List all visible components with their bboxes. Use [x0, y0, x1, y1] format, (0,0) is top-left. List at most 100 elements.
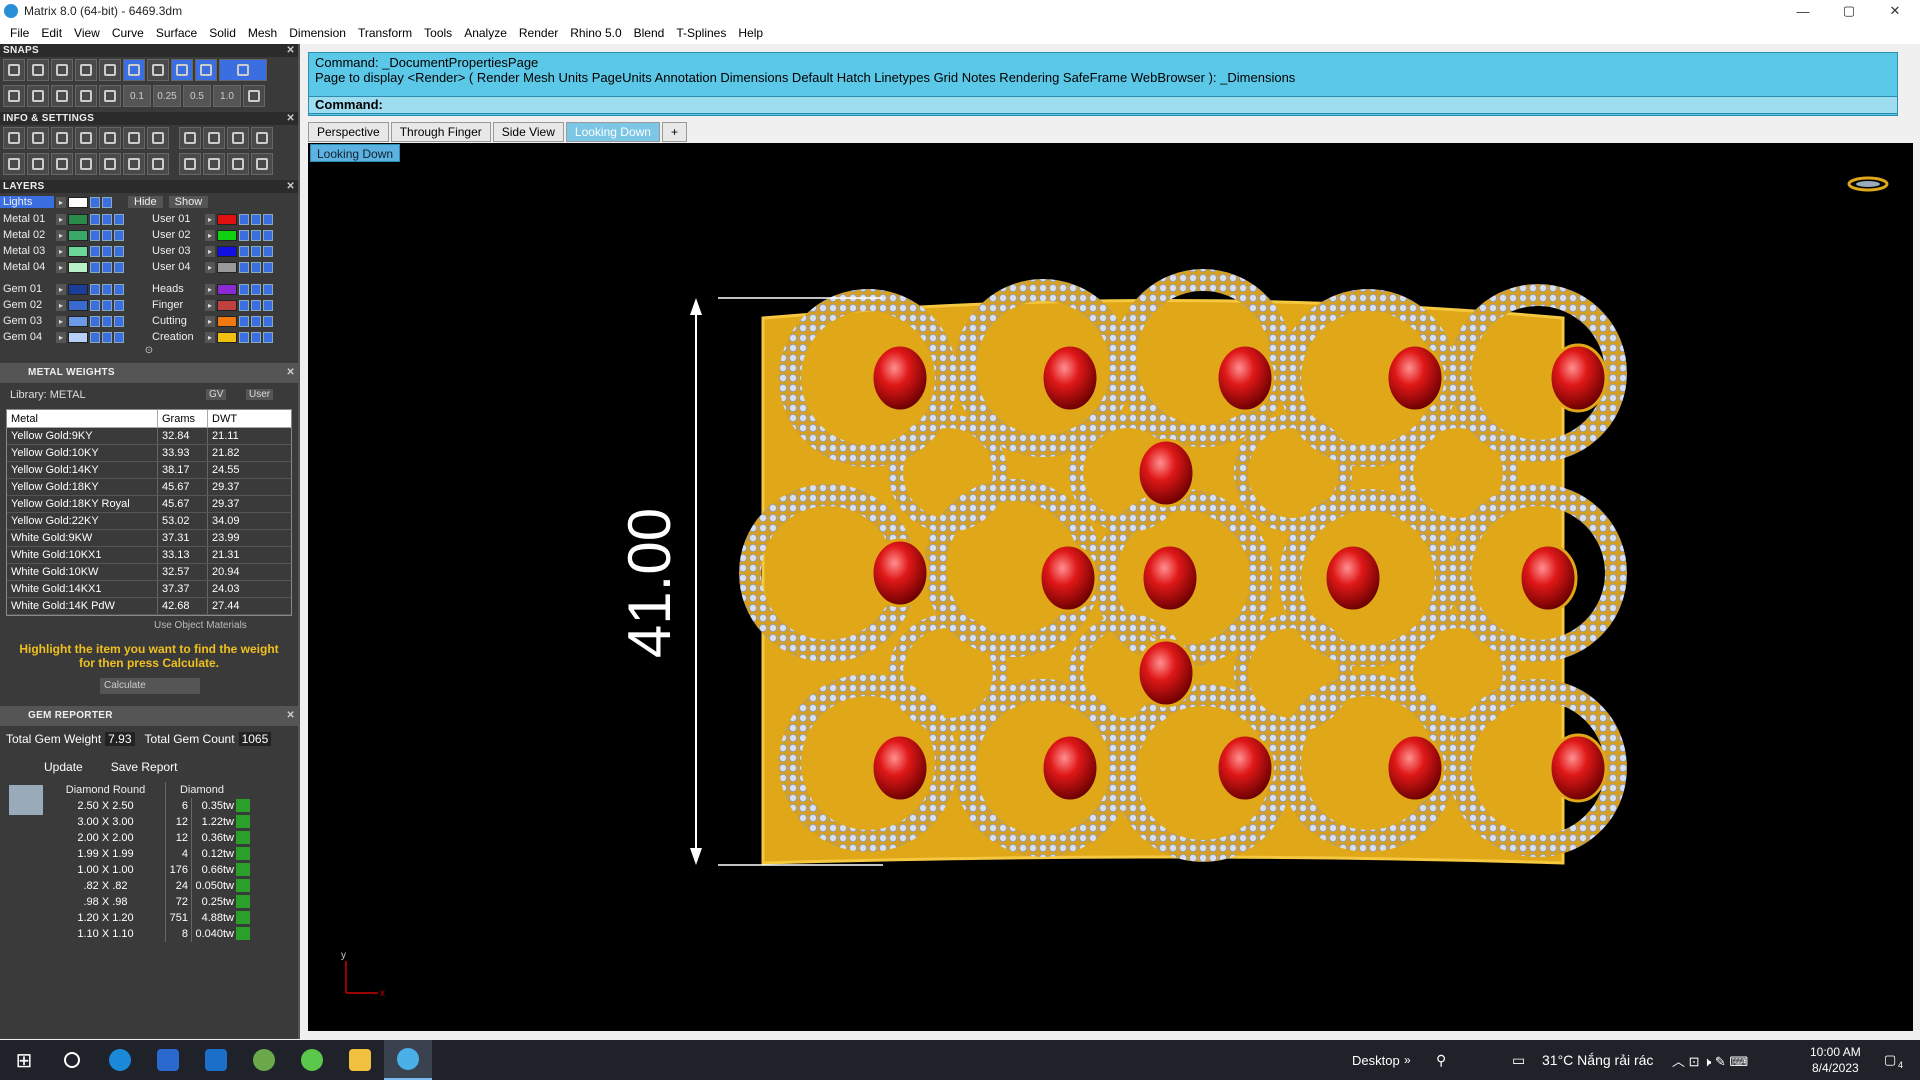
gem-row-go-button[interactable] — [236, 863, 250, 876]
filter-icon[interactable] — [99, 153, 121, 175]
command-input[interactable]: Command: — [308, 96, 1898, 114]
gem-row[interactable]: 1.20 X 1.20 751 4.88tw — [46, 910, 250, 926]
layer-lock-icon[interactable] — [239, 245, 249, 257]
snap-plane-icon[interactable] — [99, 85, 121, 107]
layer-arrow[interactable]: ▸ — [205, 213, 215, 225]
document-icon[interactable] — [99, 127, 121, 149]
metal-row[interactable]: Yellow Gold:9KY 32.84 21.11 — [7, 428, 291, 445]
layer-row[interactable]: Gem 03 ▸ — [0, 313, 149, 329]
layer-visible-icon[interactable] — [102, 315, 112, 327]
snap-step-025[interactable]: 0.25 — [153, 85, 181, 107]
layer-arrow[interactable]: ▸ — [56, 315, 66, 327]
start-icon[interactable]: ⊞ — [0, 1040, 48, 1080]
layer-print-icon[interactable] — [114, 213, 124, 225]
snap-quad-icon[interactable] — [27, 85, 49, 107]
snap-box-icon[interactable] — [3, 85, 25, 107]
col-grams[interactable]: Grams — [157, 410, 207, 427]
layer-visible-icon[interactable] — [102, 261, 112, 273]
layer-arrow[interactable]: ▸ — [56, 213, 66, 225]
metal-row[interactable]: Yellow Gold:18KY Royal 45.67 29.37 — [7, 496, 291, 513]
tab-side-view[interactable]: Side View — [492, 122, 564, 142]
weather-icon[interactable]: ▭ — [1512, 1052, 1525, 1069]
layer-print-icon[interactable] — [263, 245, 273, 257]
layer-row[interactable]: Creation ▸ — [149, 329, 298, 345]
layer-arrow[interactable]: ▸ — [56, 245, 66, 257]
menu-rhino-5-0[interactable]: Rhino 5.0 — [564, 22, 627, 44]
gem-row[interactable]: .82 X .82 24 0.050tw — [46, 878, 250, 894]
snap-grid-icon[interactable] — [3, 59, 25, 81]
layer-print-icon[interactable] — [263, 213, 273, 225]
layer-visible-icon[interactable] — [102, 245, 112, 257]
view-cube-icon[interactable] — [1847, 176, 1889, 192]
layer-visible-icon[interactable] — [102, 229, 112, 241]
layer-color-swatch[interactable] — [217, 229, 237, 241]
layer-row[interactable]: Metal 03 ▸ — [0, 243, 149, 259]
tab-through-finger[interactable]: Through Finger — [390, 122, 491, 142]
sphere-icon[interactable] — [51, 153, 73, 175]
layer-lock-icon[interactable] — [90, 331, 100, 343]
layer-row[interactable]: Heads ▸ — [149, 281, 298, 297]
layer-visible-icon[interactable] — [251, 299, 261, 311]
layer-color-swatch[interactable] — [68, 261, 88, 273]
app-green-icon[interactable] — [288, 1040, 336, 1080]
layer-print-icon[interactable] — [114, 261, 124, 273]
col-metal[interactable]: Metal — [7, 410, 157, 427]
snap-step-05[interactable]: 0.5 — [183, 85, 211, 107]
layer-row[interactable]: Metal 01 ▸ — [0, 211, 149, 227]
layer-color-swatch[interactable] — [68, 331, 88, 343]
viewport-label-dropdown[interactable]: Looking Down — [310, 144, 401, 162]
menu-transform[interactable]: Transform — [352, 22, 418, 44]
mail-icon[interactable] — [192, 1040, 240, 1080]
layer-color-swatch[interactable] — [68, 315, 88, 327]
layer-print-icon[interactable] — [114, 229, 124, 241]
layer-color-swatch[interactable] — [217, 283, 237, 295]
active-layer[interactable]: Lights — [0, 196, 54, 208]
layer-arrow[interactable]: ▸ — [56, 196, 66, 208]
gem-row[interactable]: 2.50 X 2.50 6 0.35tw — [46, 798, 250, 814]
layer-lock-icon[interactable] — [90, 245, 100, 257]
layer-arrow[interactable]: ▸ — [205, 261, 215, 273]
snap-step-01[interactable]: 0.1 — [123, 85, 151, 107]
layer-visible-icon[interactable] — [102, 299, 112, 311]
menu-render[interactable]: Render — [513, 22, 564, 44]
layer-lock-icon[interactable] — [239, 229, 249, 241]
add-tab-button[interactable]: + — [661, 122, 687, 142]
layer-arrow[interactable]: ▸ — [56, 283, 66, 295]
use-object-materials[interactable]: Use Object Materials — [0, 616, 298, 634]
layer-visible-icon[interactable] — [102, 331, 112, 343]
metal-row[interactable]: White Gold:14K PdW 42.68 27.44 — [7, 598, 291, 615]
app-leaf-icon[interactable] — [240, 1040, 288, 1080]
metal-row[interactable]: White Gold:10KX1 33.13 21.31 — [7, 547, 291, 564]
layer-print-icon[interactable] — [263, 299, 273, 311]
layer-print-icon[interactable] — [263, 229, 273, 241]
metal-row[interactable]: White Gold:10KW 32.57 20.94 — [7, 564, 291, 581]
tool-a-icon[interactable] — [179, 127, 201, 149]
maximize-icon[interactable]: ▢ — [1826, 0, 1872, 22]
layer-lock-icon[interactable] — [239, 283, 249, 295]
snap-perp-icon[interactable] — [171, 59, 193, 81]
layer-visible-icon[interactable] — [251, 229, 261, 241]
layer-lock-icon[interactable] — [90, 213, 100, 225]
layer-color-swatch[interactable] — [68, 299, 88, 311]
gem-row-go-button[interactable] — [236, 927, 250, 940]
layer-visible-icon[interactable] — [251, 315, 261, 327]
tool-g-icon[interactable] — [227, 153, 249, 175]
menu-tools[interactable]: Tools — [418, 22, 458, 44]
layer-color-swatch[interactable] — [217, 331, 237, 343]
layer-arrow[interactable]: ▸ — [205, 315, 215, 327]
menu-analyze[interactable]: Analyze — [458, 22, 513, 44]
layer-row[interactable]: User 01 ▸ — [149, 211, 298, 227]
layers-expand-icon[interactable]: ⊙ — [0, 345, 298, 363]
layer-print-icon[interactable] — [263, 283, 273, 295]
layer-row[interactable]: Metal 04 ▸ — [0, 259, 149, 275]
layer-visible-icon[interactable] — [102, 213, 112, 225]
edit-icon[interactable] — [123, 127, 145, 149]
layer-arrow[interactable]: ▸ — [205, 229, 215, 241]
settings-gear-icon[interactable] — [3, 127, 25, 149]
layer-color-swatch[interactable] — [68, 245, 88, 257]
metal-row[interactable]: Yellow Gold:22KY 53.02 34.09 — [7, 513, 291, 530]
layer-arrow[interactable]: ▸ — [205, 331, 215, 343]
layer-visible-icon[interactable] — [251, 283, 261, 295]
menu-file[interactable]: File — [4, 22, 35, 44]
layer-lock-icon[interactable] — [239, 213, 249, 225]
